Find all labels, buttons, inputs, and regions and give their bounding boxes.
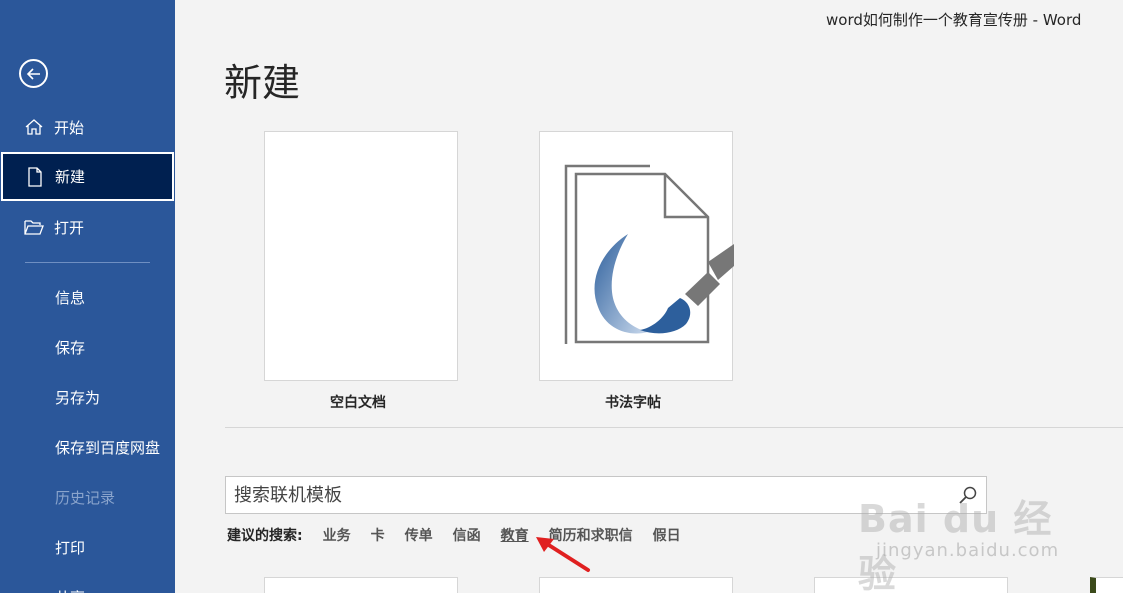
template-calligraphy[interactable] bbox=[539, 131, 734, 381]
section-divider bbox=[225, 427, 1123, 428]
suggested-searches: 建议的搜索: 业务 卡 传单 信函 教育 简历和求职信 假日 bbox=[227, 525, 701, 545]
window-title: word如何制作一个教育宣传册 - Word bbox=[826, 11, 1082, 29]
arrow-left-icon bbox=[26, 67, 40, 80]
template-name: 空白文档 bbox=[330, 395, 386, 411]
sidebar-item-label: 开始 bbox=[54, 118, 85, 137]
sidebar-item-info[interactable]: 信息 bbox=[0, 272, 175, 322]
folder-open-icon bbox=[24, 217, 44, 237]
sidebar-divider bbox=[25, 262, 150, 263]
search-input[interactable] bbox=[226, 484, 926, 506]
sidebar-item-label: 新建 bbox=[55, 168, 86, 186]
sidebar-item-label: 共享 bbox=[55, 587, 85, 593]
suggested-link-letter[interactable]: 信函 bbox=[453, 525, 481, 545]
suggested-link-holiday[interactable]: 假日 bbox=[653, 525, 681, 545]
sidebar-item-label: 打印 bbox=[55, 538, 86, 557]
template-card[interactable] bbox=[814, 577, 1008, 593]
suggested-label: 建议的搜索: bbox=[227, 528, 303, 544]
template-search-box bbox=[225, 476, 987, 514]
search-icon[interactable] bbox=[958, 485, 978, 505]
sidebar-item-history: 历史记录 bbox=[0, 472, 175, 522]
sidebar-item-print[interactable]: 打印 bbox=[0, 522, 175, 572]
sidebar-item-label: 历史记录 bbox=[55, 488, 116, 507]
suggested-link-education[interactable]: 教育 bbox=[501, 525, 529, 545]
sidebar-item-new[interactable]: 新建 bbox=[1, 152, 174, 201]
new-document-icon bbox=[25, 166, 45, 187]
sidebar-item-home[interactable]: 开始 bbox=[0, 102, 175, 152]
template-blank-document[interactable] bbox=[264, 131, 458, 381]
sidebar-item-label: 另存为 bbox=[55, 388, 101, 407]
suggested-link-flyer[interactable]: 传单 bbox=[405, 525, 433, 545]
page-title: 新建 bbox=[224, 61, 301, 105]
sidebar-item-open[interactable]: 打开 bbox=[0, 202, 175, 252]
template-card[interactable] bbox=[539, 577, 733, 593]
suggested-link-resume[interactable]: 简历和求职信 bbox=[549, 525, 633, 545]
sidebar-item-label: 打开 bbox=[54, 218, 85, 237]
sidebar-item-label: 保存到百度网盘 bbox=[55, 438, 161, 457]
sidebar-item-save[interactable]: 保存 bbox=[0, 322, 175, 372]
suggested-link-business[interactable]: 业务 bbox=[323, 525, 351, 545]
back-button[interactable] bbox=[19, 59, 48, 88]
template-name: 书法字帖 bbox=[605, 395, 661, 411]
sidebar-item-share[interactable]: 共享 bbox=[0, 572, 175, 593]
watermark-url: jingyan.baidu.com bbox=[876, 540, 1060, 561]
sidebar-item-save-to-baidu[interactable]: 保存到百度网盘 bbox=[0, 422, 175, 472]
template-card[interactable] bbox=[1090, 577, 1123, 593]
suggested-link-card[interactable]: 卡 bbox=[371, 525, 385, 545]
home-icon bbox=[24, 117, 44, 137]
sidebar-item-label: 信息 bbox=[55, 288, 86, 307]
template-card[interactable] bbox=[264, 577, 458, 593]
sidebar-item-label: 保存 bbox=[55, 338, 86, 357]
backstage-sidebar: 开始 新建 打开 信息 保存 另存为 保存到百度网盘 历史记录 打印 共享 bbox=[0, 0, 175, 593]
calligraphy-template-icon bbox=[564, 164, 734, 344]
sidebar-item-save-as[interactable]: 另存为 bbox=[0, 372, 175, 422]
